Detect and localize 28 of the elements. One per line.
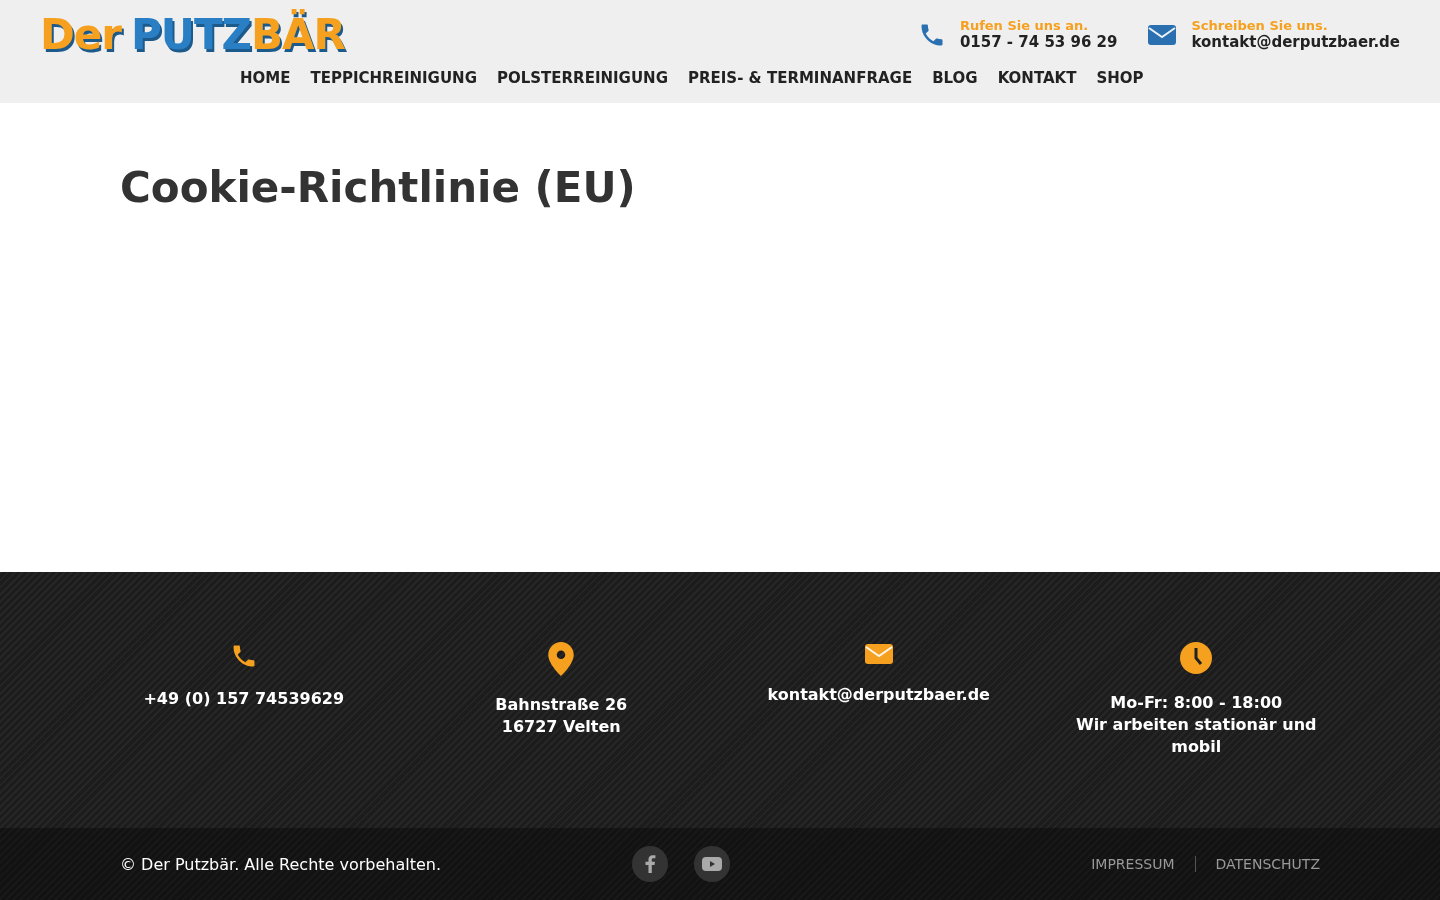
facebook-icon bbox=[644, 855, 657, 873]
video-play-icon bbox=[702, 857, 723, 871]
social-button[interactable] bbox=[694, 846, 731, 882]
clock-icon bbox=[1180, 642, 1213, 674]
contact-caption: Rufen Sie uns an. bbox=[959, 18, 1090, 33]
nav-link[interactable]: BLOG bbox=[932, 65, 978, 91]
nav-link[interactable]: SHOP bbox=[1096, 65, 1144, 91]
contact-info: +49 (0) 157 74539629 bbox=[143, 688, 345, 710]
contact-value[interactable]: kontakt@derputzbaer.de bbox=[1191, 33, 1400, 51]
contact-info: kontakt@derputzbaer.de bbox=[767, 684, 990, 706]
nav-link[interactable]: HOME bbox=[240, 65, 291, 91]
footer-link[interactable]: IMPRESSUM bbox=[1071, 856, 1195, 872]
social-button[interactable] bbox=[632, 846, 669, 882]
map-pin-icon bbox=[548, 642, 575, 676]
contact-value[interactable]: 0157 - 74 53 96 29 bbox=[959, 33, 1118, 51]
logo[interactable]: Der PUTZBÄR bbox=[40, 10, 345, 59]
nav-link[interactable]: PREIS- & TERMINANFRAGE bbox=[688, 65, 913, 91]
copyright-text: © Der Putzbär. Alle Rechte vorbehalten. bbox=[120, 854, 442, 874]
contact-caption: Schreiben Sie uns. bbox=[1191, 18, 1329, 33]
contact-info: Bahnstraße 26 16727 Velten bbox=[495, 694, 628, 738]
footer-link[interactable]: DATENSCHUTZ bbox=[1194, 856, 1320, 872]
contact-info: Mo-Fr: 8:00 - 18:00 Wir arbeiten stationär und mobil bbox=[1075, 692, 1318, 758]
nav-link[interactable]: KONTAKT bbox=[997, 65, 1077, 91]
nav-link[interactable]: TEPPICHREINIGUNG bbox=[310, 65, 477, 91]
nav-link[interactable]: POLSTERREINIGUNG bbox=[496, 65, 668, 91]
page-title: Cookie-Richtlinie (EU) bbox=[120, 163, 637, 212]
envelope-icon bbox=[1147, 22, 1178, 47]
envelope-icon bbox=[863, 642, 894, 666]
